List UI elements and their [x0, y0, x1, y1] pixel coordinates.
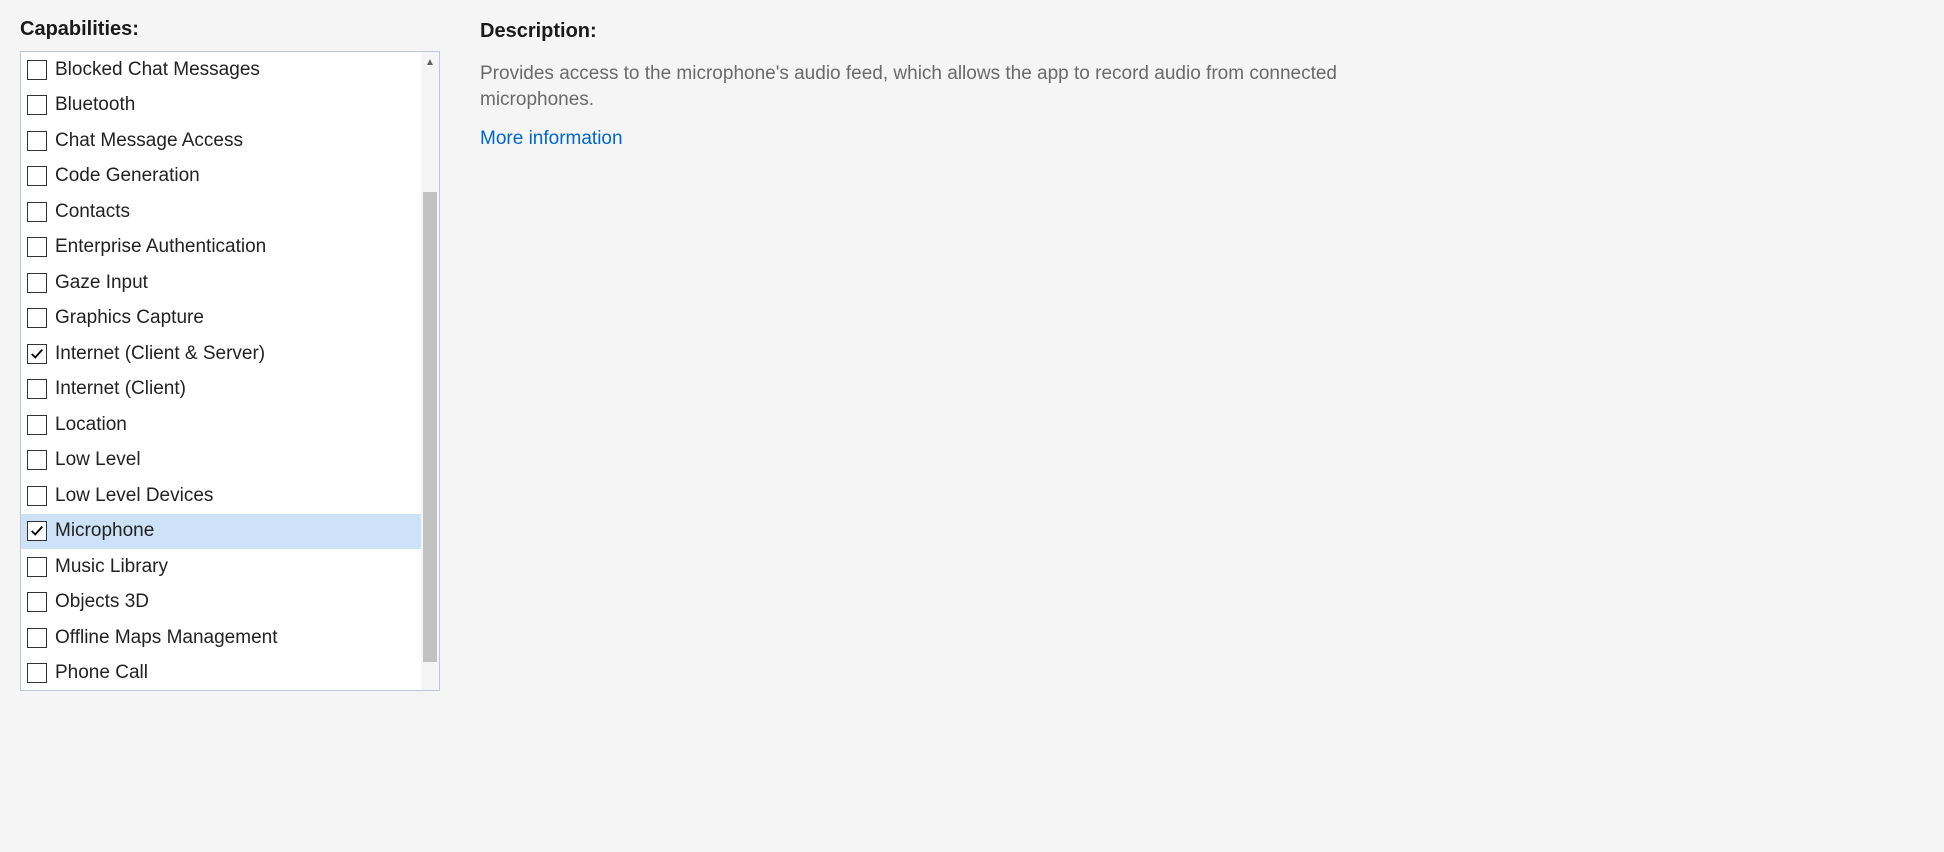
list-item[interactable]: Music Library	[21, 549, 439, 585]
capability-checkbox[interactable]	[27, 628, 47, 648]
capability-checkbox[interactable]	[27, 166, 47, 186]
description-heading: Description:	[480, 20, 1924, 43]
description-text: Provides access to the microphone's audi…	[480, 61, 1380, 112]
list-item[interactable]: Low Level Devices	[21, 478, 439, 514]
capability-label: Phone Call	[55, 662, 148, 684]
list-item[interactable]: Gaze Input	[21, 265, 439, 301]
capability-checkbox[interactable]	[27, 344, 47, 364]
capabilities-listbox[interactable]: Blocked Chat Messages Bluetooth Chat Messa…	[20, 51, 440, 691]
capability-label: Internet (Client)	[55, 378, 186, 400]
capability-checkbox[interactable]	[27, 60, 47, 80]
capability-label: Code Generation	[55, 165, 200, 187]
capability-checkbox[interactable]	[27, 202, 47, 222]
list-item[interactable]: Graphics Capture	[21, 301, 439, 337]
capability-checkbox[interactable]	[27, 308, 47, 328]
capability-label: Enterprise Authentication	[55, 236, 266, 258]
scroll-track[interactable]	[421, 72, 439, 690]
list-item[interactable]: Bluetooth	[21, 88, 439, 124]
capability-label: Bluetooth	[55, 94, 135, 116]
capabilities-pane: Capabilities: Blocked Chat Messages Bluet…	[20, 18, 440, 834]
capability-checkbox[interactable]	[27, 415, 47, 435]
capability-checkbox[interactable]	[27, 450, 47, 470]
list-item[interactable]: Objects 3D	[21, 585, 439, 621]
capability-label: Contacts	[55, 201, 130, 223]
capability-checkbox[interactable]	[27, 557, 47, 577]
list-item[interactable]: Low Level	[21, 443, 439, 479]
capability-checkbox[interactable]	[27, 95, 47, 115]
capabilities-heading: Capabilities:	[20, 18, 440, 41]
capability-checkbox[interactable]	[27, 521, 47, 541]
capability-label: Graphics Capture	[55, 307, 204, 329]
description-pane: Description: Provides access to the micr…	[480, 18, 1924, 834]
capability-checkbox[interactable]	[27, 273, 47, 293]
capability-checkbox[interactable]	[27, 379, 47, 399]
list-item[interactable]: Chat Message Access	[21, 123, 439, 159]
list-item[interactable]: Offline Maps Management	[21, 620, 439, 656]
capability-label: Chat Message Access	[55, 130, 243, 152]
capability-label: Offline Maps Management	[55, 627, 278, 649]
capability-label: Microphone	[55, 520, 154, 542]
list-item[interactable]: Internet (Client & Server)	[21, 336, 439, 372]
list-item[interactable]: Internet (Client)	[21, 372, 439, 408]
capability-label: Location	[55, 414, 127, 436]
list-item[interactable]: Blocked Chat Messages	[21, 52, 439, 88]
capability-label: Low Level Devices	[55, 485, 213, 507]
list-item[interactable]: Location	[21, 407, 439, 443]
list-item[interactable]: Phone Call	[21, 656, 439, 691]
capability-label: Low Level	[55, 449, 141, 471]
list-item[interactable]: Enterprise Authentication	[21, 230, 439, 266]
capability-label: Internet (Client & Server)	[55, 343, 265, 365]
scrollbar[interactable]: ▲	[421, 52, 439, 690]
capability-checkbox[interactable]	[27, 592, 47, 612]
capability-label: Music Library	[55, 556, 168, 578]
capability-label: Gaze Input	[55, 272, 148, 294]
more-information-link[interactable]: More information	[480, 128, 1924, 150]
capability-label: Blocked Chat Messages	[55, 59, 260, 81]
capability-label: Objects 3D	[55, 591, 149, 613]
capability-checkbox[interactable]	[27, 131, 47, 151]
scroll-thumb[interactable]	[423, 192, 437, 662]
scroll-up-arrow-icon[interactable]: ▲	[421, 52, 439, 72]
list-item[interactable]: Code Generation	[21, 159, 439, 195]
capability-checkbox[interactable]	[27, 237, 47, 257]
capability-checkbox[interactable]	[27, 663, 47, 683]
capability-checkbox[interactable]	[27, 486, 47, 506]
list-item[interactable]: Contacts	[21, 194, 439, 230]
list-item[interactable]: Microphone	[21, 514, 439, 550]
